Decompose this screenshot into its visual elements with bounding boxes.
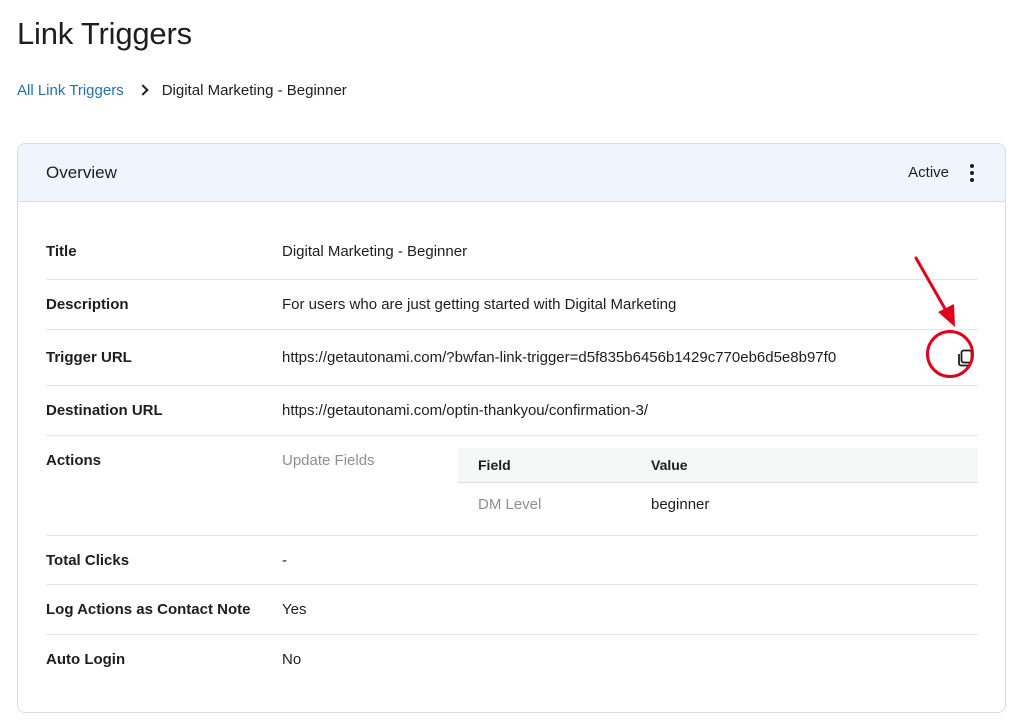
detail-row-destination-url: Destination URL https://getautonami.com/… <box>46 386 978 436</box>
row-label-log-actions: Log Actions as Contact Note <box>46 601 251 618</box>
row-value-description: For users who are just getting started w… <box>282 296 677 313</box>
detail-row-description: Description For users who are just getti… <box>46 280 978 330</box>
column-header-field: Field <box>478 457 511 473</box>
more-vertical-icon[interactable] <box>967 162 977 184</box>
detail-row-auto-login: Auto Login No <box>46 635 978 684</box>
column-header-value: Value <box>651 457 688 473</box>
row-value-trigger-url: https://getautonami.com/?bwfan-link-trig… <box>282 349 837 366</box>
actions-table: Field Value DM Level beginner <box>458 448 978 526</box>
detail-row-trigger-url: Trigger URL https://getautonami.com/?bwf… <box>46 330 978 386</box>
breadcrumb: All Link Triggers Digital Marketing - Be… <box>17 80 347 100</box>
copy-icon <box>958 349 973 366</box>
overview-header: Overview Active <box>18 144 1005 202</box>
breadcrumb-current: Digital Marketing - Beginner <box>161 81 347 99</box>
row-label-description: Description <box>46 296 129 313</box>
actions-table-header: Field Value <box>458 448 978 483</box>
row-label-trigger-url: Trigger URL <box>46 349 132 366</box>
overview-title: Overview <box>46 162 117 182</box>
action-type: Update Fields <box>282 452 375 469</box>
row-label-destination-url: Destination URL <box>46 402 163 419</box>
cell-field: DM Level <box>478 496 542 513</box>
row-label-title: Title <box>46 243 77 260</box>
detail-row-actions: Actions Update Fields Field Value DM Lev… <box>46 436 978 536</box>
chevron-right-icon <box>124 80 162 100</box>
page-title: Link Triggers <box>17 16 192 51</box>
table-row: DM Level beginner <box>458 483 978 526</box>
status-label: Active <box>908 164 949 181</box>
row-value-total-clicks: - <box>282 551 287 569</box>
row-value-auto-login: No <box>282 651 302 668</box>
header-actions: Active <box>908 162 977 184</box>
row-label-auto-login: Auto Login <box>46 651 126 668</box>
row-value-destination-url: https://getautonami.com/optin-thankyou/c… <box>282 402 649 419</box>
detail-row-log-actions: Log Actions as Contact Note Yes <box>46 585 978 635</box>
row-value-title: Digital Marketing - Beginner <box>282 243 468 260</box>
row-value-log-actions: Yes <box>282 601 307 618</box>
row-label-actions: Actions <box>46 452 102 469</box>
details-list: Title Digital Marketing - Beginner Descr… <box>46 224 978 684</box>
copy-url-button[interactable] <box>950 343 980 373</box>
cell-value: beginner <box>651 496 710 513</box>
row-label-total-clicks: Total Clicks <box>46 551 130 569</box>
detail-row-total-clicks: Total Clicks - <box>46 536 978 585</box>
breadcrumb-link-all-link-triggers[interactable]: All Link Triggers <box>17 82 124 99</box>
detail-row-title: Title Digital Marketing - Beginner <box>46 224 978 280</box>
overview-card: Overview Active Title Digital Marketing … <box>17 143 1006 713</box>
